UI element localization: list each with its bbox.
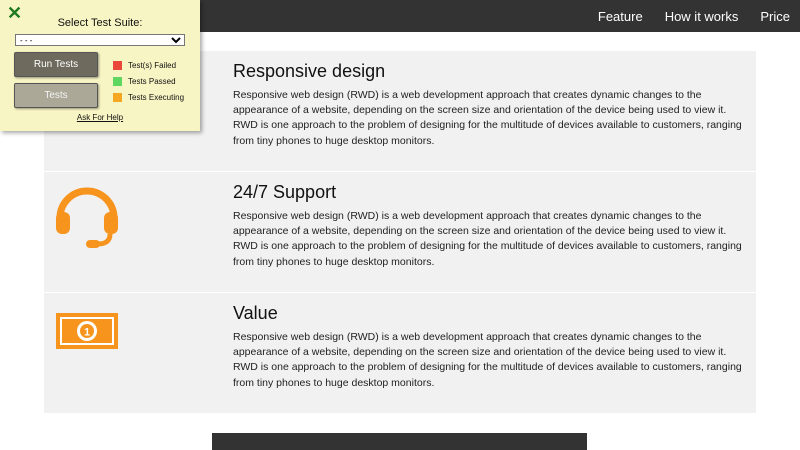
banknote-icon: 1 bbox=[54, 305, 124, 365]
feature-text: Responsive web design (RWD) is a web dev… bbox=[233, 210, 742, 268]
panel-title: Select Test Suite: bbox=[57, 17, 143, 29]
feature-title: Value bbox=[233, 303, 278, 323]
tests-button[interactable]: Tests bbox=[14, 83, 98, 108]
nav-link-price[interactable]: Price bbox=[760, 9, 790, 24]
nav-link-how-it-works[interactable]: How it works bbox=[665, 9, 739, 24]
feature-text: Responsive web design (RWD) is a web dev… bbox=[233, 89, 742, 147]
feature-text: Responsive web design (RWD) is a web dev… bbox=[233, 331, 742, 389]
legend-label: Tests Passed bbox=[128, 76, 176, 86]
feature-title: 24/7 Support bbox=[233, 182, 337, 202]
test-suite-select[interactable]: - - - bbox=[15, 34, 185, 46]
legend-label: Tests Executing bbox=[128, 92, 185, 102]
failed-swatch bbox=[113, 60, 122, 70]
svg-text:1: 1 bbox=[84, 327, 90, 339]
feature-title: Responsive design bbox=[233, 61, 386, 81]
passed-swatch bbox=[113, 76, 122, 86]
feature-value: 1 Value Responsive web design (RWD) is a… bbox=[44, 293, 756, 413]
executing-swatch bbox=[113, 92, 122, 102]
legend-item-executing: Tests Executing bbox=[113, 89, 184, 105]
footer-bar bbox=[212, 433, 587, 450]
legend-item-failed: Test(s) Failed bbox=[113, 57, 184, 73]
nav-links: Feature How it works Price bbox=[576, 0, 790, 32]
run-tests-button[interactable]: Run Tests bbox=[14, 52, 98, 77]
nav-link-feature[interactable]: Feature bbox=[598, 9, 643, 24]
headset-icon bbox=[54, 184, 124, 248]
legend-item-passed: Tests Passed bbox=[113, 73, 184, 89]
test-suite-panel: ✕ Select Test Suite: - - - Run Tests Tes… bbox=[0, 0, 200, 131]
test-legend: Test(s) Failed Tests Passed Tests Execut… bbox=[113, 57, 184, 105]
legend-label: Test(s) Failed bbox=[128, 60, 177, 70]
feature-support: 24/7 Support Responsive web design (RWD)… bbox=[44, 172, 756, 292]
ask-for-help-link[interactable]: Ask For Help bbox=[0, 113, 200, 122]
